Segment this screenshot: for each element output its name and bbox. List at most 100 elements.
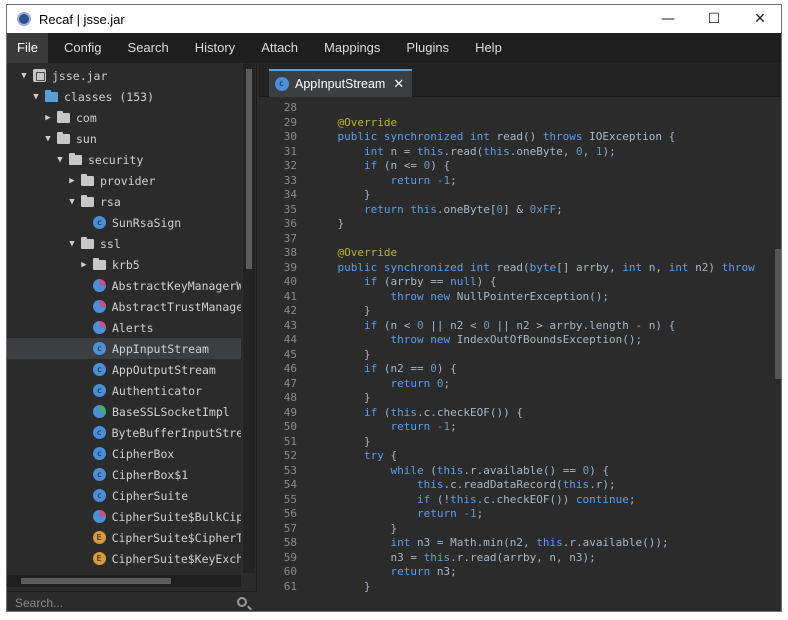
tree-item[interactable]: AbstractKeyManagerWra [7, 275, 241, 296]
collapse-arrow-icon[interactable]: ▼ [31, 92, 41, 102]
close-button[interactable]: ✕ [737, 5, 781, 33]
tree-item-label: AbstractKeyManagerWra [111, 278, 241, 293]
minimize-button[interactable]: — [645, 5, 691, 33]
code-view[interactable]: 28 29 @Override 30 public synchronized int… [259, 99, 771, 611]
tree-item[interactable]: Alerts [7, 317, 241, 338]
collapse-arrow-icon[interactable]: ▼ [67, 197, 77, 207]
menu-plugins[interactable]: Plugins [396, 33, 459, 63]
tree-item[interactable]: ▶ provider [7, 170, 241, 191]
tree-item-label: BaseSSLSocketImpl [112, 404, 230, 419]
code-line: 61 } [259, 580, 771, 595]
tree-item[interactable]: BaseSSLSocketImpl [7, 401, 241, 422]
code-line: 41 throw new NullPointerException(); [259, 290, 771, 305]
code-text: return -1; [390, 420, 457, 433]
menu-help[interactable]: Help [465, 33, 512, 63]
tree-item[interactable]: ▶ com [7, 107, 241, 128]
search-icon[interactable] [237, 597, 247, 607]
tree-item[interactable]: ▼ rsa [7, 191, 241, 212]
tree-item-label: com [76, 110, 97, 125]
code-line: 43 if (n < 0 || n2 < 0 || n2 > arrby.len… [259, 319, 771, 334]
tree-item[interactable]: c SunRsaSign [7, 212, 241, 233]
code-line: 39 public synchronized int read(byte[] a… [259, 261, 771, 276]
code-line: 32 if (n <= 0) { [259, 159, 771, 174]
line-number: 28 [283, 101, 297, 114]
tree-item-label: ssl [100, 236, 121, 251]
tree-item[interactable]: c AppOutputStream [7, 359, 241, 380]
tree-item[interactable]: ▼ sun [7, 128, 241, 149]
title-bar: Recaf | jsse.jar — ☐ ✕ [7, 5, 781, 33]
tree-item[interactable]: c Authenticator [7, 380, 241, 401]
expand-arrow-icon[interactable]: ▶ [79, 260, 89, 270]
tree-horizontal-scroll-thumb[interactable] [21, 578, 171, 584]
code-text: return n3; [390, 565, 457, 578]
line-number: 38 [283, 246, 297, 259]
tree-item[interactable]: c CipherSuite [7, 485, 241, 506]
code-text: public synchronized int read() throws IO… [337, 130, 676, 143]
code-line: 59 n3 = this.r.read(arrby, n, n3); [259, 551, 771, 566]
code-line: 40 if (arrby == null) { [259, 275, 771, 290]
search-field[interactable]: Search... [7, 591, 257, 611]
code-line: 50 return -1; [259, 420, 771, 435]
menu-mappings[interactable]: Mappings [314, 33, 390, 63]
tree-vertical-scrollbar[interactable] [243, 63, 255, 573]
collapse-arrow-icon[interactable]: ▼ [55, 155, 65, 165]
class-icon [93, 405, 106, 418]
code-text: @Override [337, 246, 398, 259]
line-number: 42 [283, 304, 297, 317]
tree-item[interactable]: c CipherBox [7, 443, 241, 464]
tree-item[interactable]: ▶ krb5 [7, 254, 241, 275]
class-icon: c [93, 342, 106, 355]
code-text: if (arrby == null) { [363, 275, 497, 288]
tree-item[interactable]: ▼ classes (153) [7, 86, 241, 107]
editor-vertical-scrollbar[interactable] [773, 99, 781, 611]
code-line: 48 } [259, 391, 771, 406]
code-text: if (n2 == 0) { [363, 362, 457, 375]
tree-item-label: Alerts [112, 320, 154, 335]
tree-item[interactable]: ▼ ssl [7, 233, 241, 254]
collapse-arrow-icon[interactable]: ▼ [43, 134, 53, 144]
code-text: return -1; [416, 507, 484, 520]
tree-horizontal-scrollbar[interactable] [7, 575, 241, 587]
tab-appinputstream[interactable]: c AppInputStream ✕ [269, 69, 413, 97]
expand-arrow-icon[interactable]: ▶ [67, 176, 77, 186]
tree-item[interactable]: AbstractTrustManagerW [7, 296, 241, 317]
menu-file[interactable]: File [7, 33, 48, 63]
tree-item[interactable]: c CipherBox$1 [7, 464, 241, 485]
menu-attach[interactable]: Attach [251, 33, 308, 63]
code-text: @Override [337, 115, 398, 129]
expand-arrow-icon[interactable]: ▶ [43, 113, 53, 123]
folder-icon [81, 236, 94, 249]
tree-item[interactable]: E CipherSuite$KeyExchan [7, 548, 241, 569]
tree-vertical-scroll-thumb[interactable] [246, 69, 252, 269]
tree-item[interactable]: CipherSuite$BulkCiphe [7, 506, 241, 527]
code-line: 38 @Override [259, 246, 771, 261]
editor-vertical-scroll-thumb[interactable] [775, 249, 781, 379]
tree-item-label: jsse.jar [52, 68, 108, 83]
menu-bar: File Config Search History Attach Mappin… [7, 33, 781, 63]
tree-item[interactable]: c ByteBufferInputStream [7, 422, 241, 443]
tree-item[interactable]: ▼ jsse.jar [7, 65, 241, 86]
tree-item-label: SunRsaSign [112, 215, 182, 230]
code-line: 51 } [259, 435, 771, 450]
search-placeholder: Search... [15, 595, 64, 610]
code-text: } [311, 434, 371, 448]
collapse-arrow-icon[interactable]: ▼ [67, 239, 77, 249]
code-line: 54 this.c.readDataRecord(this.r); [259, 478, 771, 493]
tab-label: AppInputStream [295, 77, 386, 91]
tab-close-icon[interactable]: ✕ [393, 76, 404, 92]
tree-item[interactable]: ▼ security [7, 149, 241, 170]
tree-item-label: CipherBox$1 [112, 467, 189, 482]
collapse-arrow-icon[interactable]: ▼ [19, 71, 29, 81]
class-tree: ▼ jsse.jar ▼ classes (153) ▶ com ▼ sun ▼ security… [7, 63, 241, 573]
code-text: return -1; [390, 173, 457, 187]
menu-config[interactable]: Config [54, 33, 112, 63]
window-title: Recaf | jsse.jar [39, 11, 125, 27]
menu-history[interactable]: History [185, 33, 245, 63]
tree-item[interactable]: E CipherSuite$CipherTyp [7, 527, 241, 548]
line-number: 31 [283, 144, 297, 158]
tree-item[interactable]: c AppInputStream [7, 338, 241, 359]
menu-search[interactable]: Search [118, 33, 179, 63]
code-text: } [311, 217, 345, 230]
maximize-button[interactable]: ☐ [691, 5, 737, 33]
code-text: } [311, 391, 371, 404]
